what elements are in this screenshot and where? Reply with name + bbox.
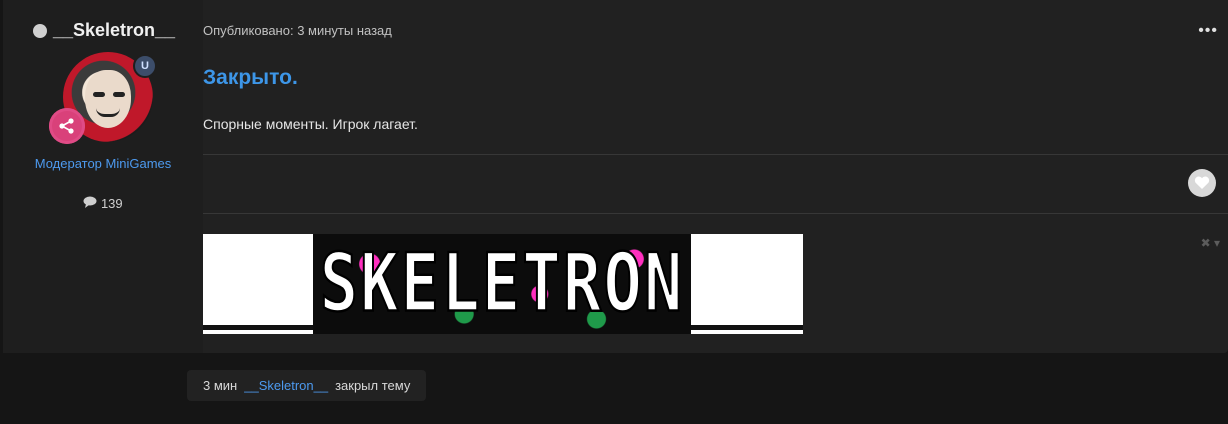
author-name[interactable]: __Skeletron__ — [33, 20, 175, 41]
post-body: Спорные моменты. Игрок лагает. — [203, 116, 418, 132]
posts-count: 139 — [3, 195, 203, 211]
author-panel: __Skeletron__ U Модератор MiniGames 139 — [3, 0, 203, 353]
comment-icon — [83, 196, 101, 211]
post-menu-button[interactable]: ••• — [1198, 22, 1218, 40]
signature-toggle-button[interactable]: ✖ ▾ — [1201, 236, 1220, 250]
event-time: 3 мин — [203, 378, 238, 393]
event-user-link[interactable]: __Skeletron__ — [244, 378, 328, 393]
divider — [203, 154, 1228, 155]
author-name-text[interactable]: __Skeletron__ — [53, 20, 175, 41]
author-role: Модератор MiniGames — [34, 156, 172, 171]
online-status-icon — [33, 23, 47, 38]
post-content: Опубликовано: 3 минуты назад ••• Закрыто… — [203, 0, 1228, 353]
divider — [203, 213, 1228, 214]
like-button[interactable] — [1188, 169, 1216, 197]
avatar[interactable]: U — [49, 52, 159, 148]
topic-event: 3 мин __Skeletron__ закрыл тему — [187, 370, 427, 401]
event-action: закрыл тему — [335, 378, 411, 393]
post-title: Закрыто. — [203, 66, 298, 89]
rank-badge-icon: U — [133, 54, 157, 78]
posts-count-value: 139 — [100, 196, 123, 212]
share-badge-icon — [49, 108, 85, 144]
post-meta: Опубликовано: 3 минуты назад — [203, 23, 392, 38]
signature-banner-text: SKELETRON — [319, 237, 685, 332]
heart-icon — [1194, 176, 1210, 189]
post-container: __Skeletron__ U Модератор MiniGames 139 … — [3, 0, 1228, 353]
signature-banner: SKELETRON — [203, 234, 803, 334]
